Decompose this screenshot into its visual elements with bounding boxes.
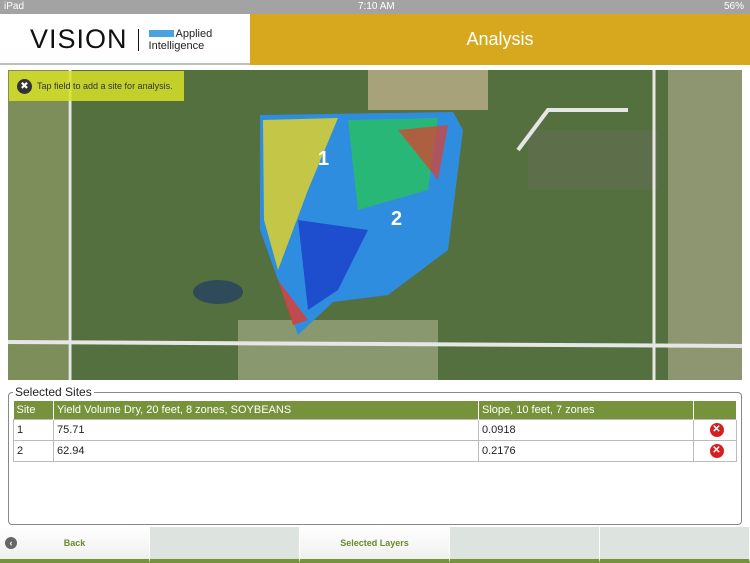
selected-sites-panel: Selected Sites Site Yield Volume Dry, 20… <box>8 385 742 525</box>
layers-label: Selected Layers <box>340 538 409 548</box>
empty-button <box>150 527 300 563</box>
column-header: Yield Volume Dry, 20 feet, 8 zones, SOYB… <box>53 401 479 419</box>
close-icon[interactable]: ✖ <box>17 78 32 94</box>
partner-line2: Intelligence <box>148 39 205 52</box>
yield-cell: 75.71 <box>53 418 479 441</box>
empty-button <box>450 527 600 563</box>
empty-button <box>600 527 750 563</box>
delete-icon[interactable]: ✕ <box>709 422 724 437</box>
slope-cell: 0.0918 <box>478 418 694 441</box>
column-header: Slope, 10 feet, 7 zones <box>478 401 694 419</box>
panel-title: Selected Sites <box>15 385 92 399</box>
yield-cell: 62.94 <box>53 439 479 462</box>
partner-line1: Applied <box>175 27 213 40</box>
site-cell: 1 <box>13 418 54 441</box>
logo: VISION Applied Intelligence <box>30 24 212 55</box>
header: VISION Applied Intelligence Analysis <box>0 14 750 65</box>
tip-banner: ✖ Tap field to add a site for analysis. <box>9 71 184 101</box>
field-map[interactable]: 1 2 <box>8 70 742 380</box>
page-title: Analysis <box>250 14 750 65</box>
back-label: Back <box>63 538 86 548</box>
brand: VISION <box>30 24 128 54</box>
slope-cell: 0.2176 <box>478 439 694 462</box>
tip-text: Tap field to add a site for analysis. <box>37 81 173 91</box>
column-header: Site <box>13 401 54 419</box>
status-bar: iPad 7:10 AM 56% <box>0 0 750 14</box>
device-name: iPad <box>4 1 25 12</box>
chevron-left-icon: ‹ <box>5 537 17 549</box>
selected-layers-button[interactable]: Selected Layers <box>300 527 450 563</box>
table-row: 1 75.71 0.0918 ✕ <box>13 418 737 441</box>
table-row: 2 62.94 0.2176 ✕ <box>13 439 737 462</box>
site-cell: 2 <box>13 439 54 462</box>
back-button[interactable]: ‹ Back <box>0 527 150 563</box>
clock: 7:10 AM <box>358 1 395 12</box>
battery: 56% <box>723 1 744 12</box>
footer-toolbar: ‹ Back Selected Layers <box>0 527 750 563</box>
site-marker-1[interactable]: 1 <box>318 148 329 170</box>
sites-table: Site Yield Volume Dry, 20 feet, 8 zones,… <box>13 401 737 462</box>
site-marker-2[interactable]: 2 <box>391 208 402 230</box>
delete-icon[interactable]: ✕ <box>709 443 724 458</box>
